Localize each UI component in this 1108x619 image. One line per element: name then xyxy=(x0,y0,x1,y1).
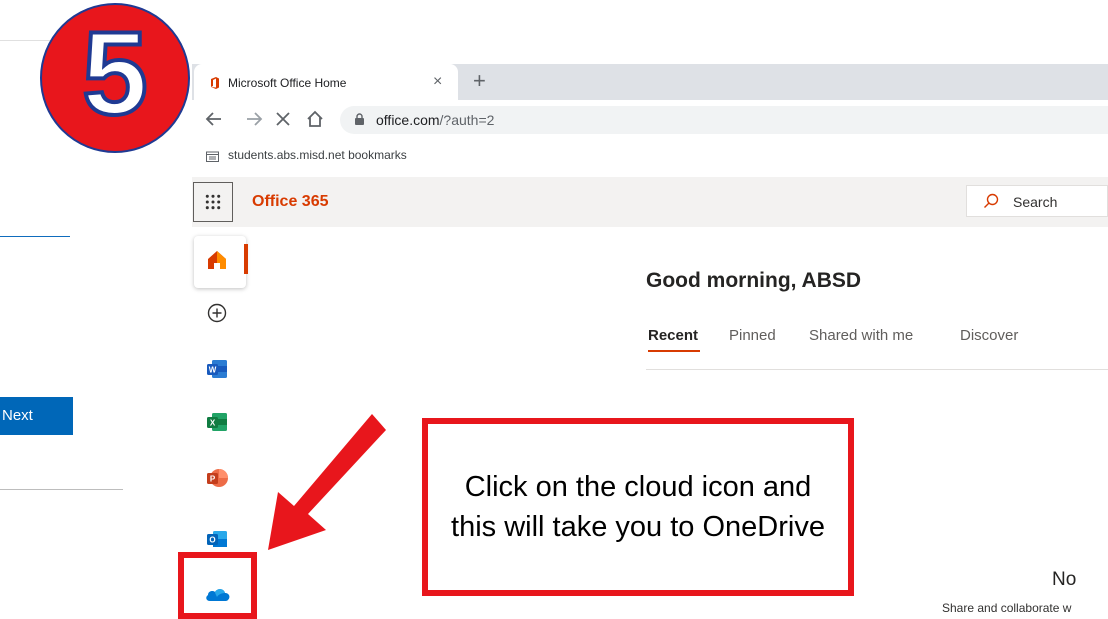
tab-pinned[interactable]: Pinned xyxy=(729,327,776,344)
close-tab-icon[interactable]: × xyxy=(433,73,442,91)
tab-discover[interactable]: Discover xyxy=(960,327,1018,344)
office-brand-link[interactable]: Office 365 xyxy=(252,193,328,211)
content-divider xyxy=(646,369,1108,370)
step-number-badge: 5 xyxy=(40,3,190,153)
home-icon xyxy=(208,251,226,269)
outlook-icon[interactable]: O xyxy=(205,527,229,551)
svg-text:X: X xyxy=(210,419,216,428)
next-button[interactable]: Next xyxy=(0,397,73,435)
onedrive-highlight-box xyxy=(178,552,257,619)
home-browser-icon[interactable] xyxy=(305,109,325,129)
lock-icon[interactable] xyxy=(355,113,364,125)
office-favicon-icon xyxy=(211,77,219,89)
excel-icon[interactable]: X xyxy=(205,410,229,434)
stop-loading-icon[interactable] xyxy=(275,111,291,127)
svg-text:O: O xyxy=(209,536,215,545)
active-tab-underline xyxy=(648,350,700,352)
tab-recent[interactable]: Recent xyxy=(648,327,698,344)
bookmark-item[interactable]: students.abs.misd.net bookmarks xyxy=(228,148,407,162)
create-icon[interactable] xyxy=(205,301,229,325)
back-icon[interactable] xyxy=(205,110,223,128)
instruction-callout: Click on the cloud icon and this will ta… xyxy=(422,418,854,596)
bookmark-folder-icon xyxy=(206,151,219,162)
svg-text:W: W xyxy=(209,366,217,375)
input-underline xyxy=(0,236,70,237)
active-indicator xyxy=(244,244,248,274)
step-number: 5 xyxy=(80,8,150,140)
url-text[interactable]: office.com/?auth=2 xyxy=(376,112,494,128)
tab-title: Microsoft Office Home xyxy=(228,76,347,90)
red-arrow-icon xyxy=(268,414,386,550)
greeting-heading: Good morning, ABSD xyxy=(646,269,862,292)
forward-icon[interactable] xyxy=(245,110,263,128)
svg-text:P: P xyxy=(210,475,216,484)
divider xyxy=(0,489,123,490)
search-placeholder: Search xyxy=(1013,194,1058,210)
empty-state-title: No xyxy=(1052,569,1077,590)
search-icon xyxy=(984,193,999,208)
callout-text: Click on the cloud icon and this will ta… xyxy=(451,471,825,543)
word-icon[interactable]: W xyxy=(205,357,229,381)
powerpoint-icon[interactable]: P xyxy=(205,466,229,490)
app-launcher-icon[interactable] xyxy=(193,182,233,222)
tab-shared-with-me[interactable]: Shared with me xyxy=(809,327,913,344)
new-tab-button[interactable]: + xyxy=(473,70,486,92)
empty-state-subtitle: Share and collaborate w xyxy=(942,601,1072,615)
